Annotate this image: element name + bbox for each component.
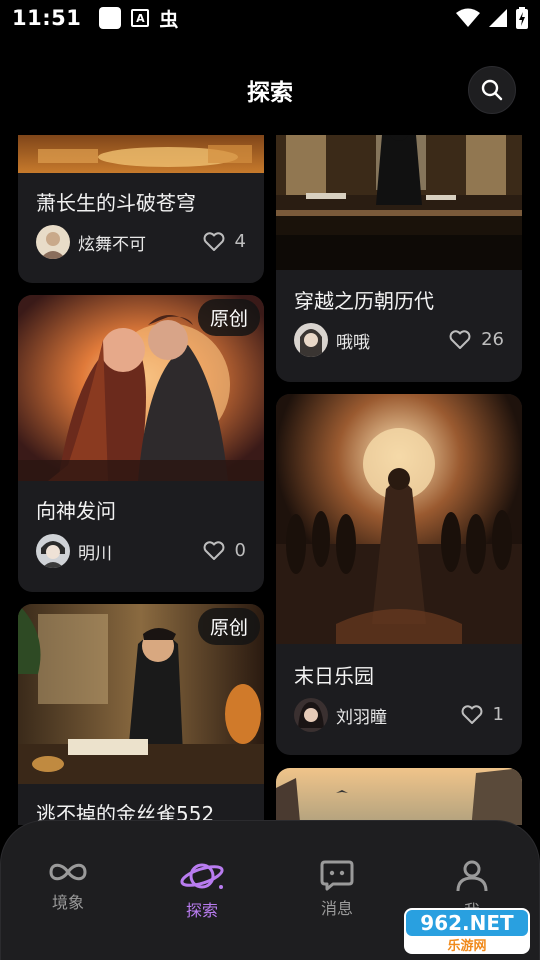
story-card[interactable]: 末日乐园 刘羽瞳 1 <box>276 394 522 755</box>
battery-icon <box>516 7 528 29</box>
story-card[interactable]: 原创 向神发问 明川 0 <box>18 295 264 592</box>
watermark-subtext: 乐游网 <box>447 938 486 954</box>
search-button[interactable] <box>468 66 516 114</box>
story-card[interactable]: 萧长生的斗破苍穹 炫舞不可 4 <box>18 135 264 283</box>
original-badge: 原创 <box>197 608 260 645</box>
story-title: 末日乐园 <box>294 664 374 688</box>
story-title: 向神发问 <box>36 499 116 523</box>
watermark-logo: 962.NET 乐游网 <box>402 906 532 956</box>
heart-icon <box>461 704 482 724</box>
like-button[interactable]: 0 <box>203 540 246 561</box>
story-author[interactable]: 炫舞不可 <box>36 225 146 259</box>
like-count: 0 <box>234 540 246 561</box>
avatar <box>36 225 70 259</box>
search-icon <box>481 79 503 101</box>
author-name: 哦哦 <box>336 332 370 353</box>
like-count: 4 <box>234 231 246 252</box>
notification-app-icon <box>99 7 122 29</box>
wifi-icon <box>456 8 480 27</box>
notification-bug-icon: 虫 <box>159 8 179 31</box>
author-name: 明川 <box>78 543 112 564</box>
story-cover-image <box>276 135 522 270</box>
story-author[interactable]: 明川 <box>36 534 112 568</box>
heart-icon <box>203 540 224 560</box>
explore-feed[interactable]: 萧长生的斗破苍穹 炫舞不可 4 穿越之历朝历代 哦哦 26 原创 向神发问 明川… <box>0 135 540 825</box>
nav-item-realm[interactable]: 境象 <box>18 859 118 913</box>
chat-icon <box>320 860 354 891</box>
nav-item-messages[interactable]: 消息 <box>287 859 387 919</box>
nav-label: 消息 <box>320 899 353 918</box>
notification-a-icon: A <box>131 9 150 27</box>
page-header: 探索 <box>0 60 540 120</box>
avatar <box>36 534 70 568</box>
story-author[interactable]: 刘羽瞳 <box>294 698 387 732</box>
nav-item-explore[interactable]: 探索 <box>152 859 252 921</box>
infinity-icon <box>49 863 87 881</box>
status-bar: 11:51 A 虫 <box>0 0 540 36</box>
story-cover-image <box>276 768 522 825</box>
planet-icon <box>180 863 224 889</box>
story-cover-image <box>276 394 522 644</box>
signal-icon <box>489 9 507 27</box>
story-cover-image <box>18 135 264 173</box>
notification-icons: A 虫 <box>99 5 178 32</box>
like-button[interactable]: 1 <box>461 704 504 725</box>
original-badge: 原创 <box>197 299 260 336</box>
author-name: 刘羽瞳 <box>336 707 387 728</box>
nav-label: 探索 <box>185 901 218 920</box>
heart-icon <box>203 231 224 251</box>
story-title: 萧长生的斗破苍穹 <box>36 191 196 215</box>
heart-icon <box>449 329 471 349</box>
story-card[interactable]: 穿越之历朝历代 哦哦 26 <box>276 135 522 382</box>
status-time: 11:51 <box>12 6 82 30</box>
story-card[interactable]: 原创 逃不掉的金丝雀552 <box>18 604 264 825</box>
watermark-text: 962.NET <box>420 911 514 935</box>
page-title: 探索 <box>247 80 293 106</box>
like-button[interactable]: 26 <box>449 329 504 350</box>
avatar <box>294 698 328 732</box>
like-count: 1 <box>492 704 504 725</box>
like-button[interactable]: 4 <box>203 231 246 252</box>
story-author[interactable]: 哦哦 <box>294 323 370 357</box>
person-icon <box>456 860 488 892</box>
nav-label: 境象 <box>51 893 84 912</box>
story-card[interactable] <box>276 768 522 825</box>
story-title: 穿越之历朝历代 <box>294 289 434 313</box>
like-count: 26 <box>481 329 504 350</box>
author-name: 炫舞不可 <box>78 234 146 255</box>
avatar <box>294 323 328 357</box>
system-icons <box>456 7 528 29</box>
